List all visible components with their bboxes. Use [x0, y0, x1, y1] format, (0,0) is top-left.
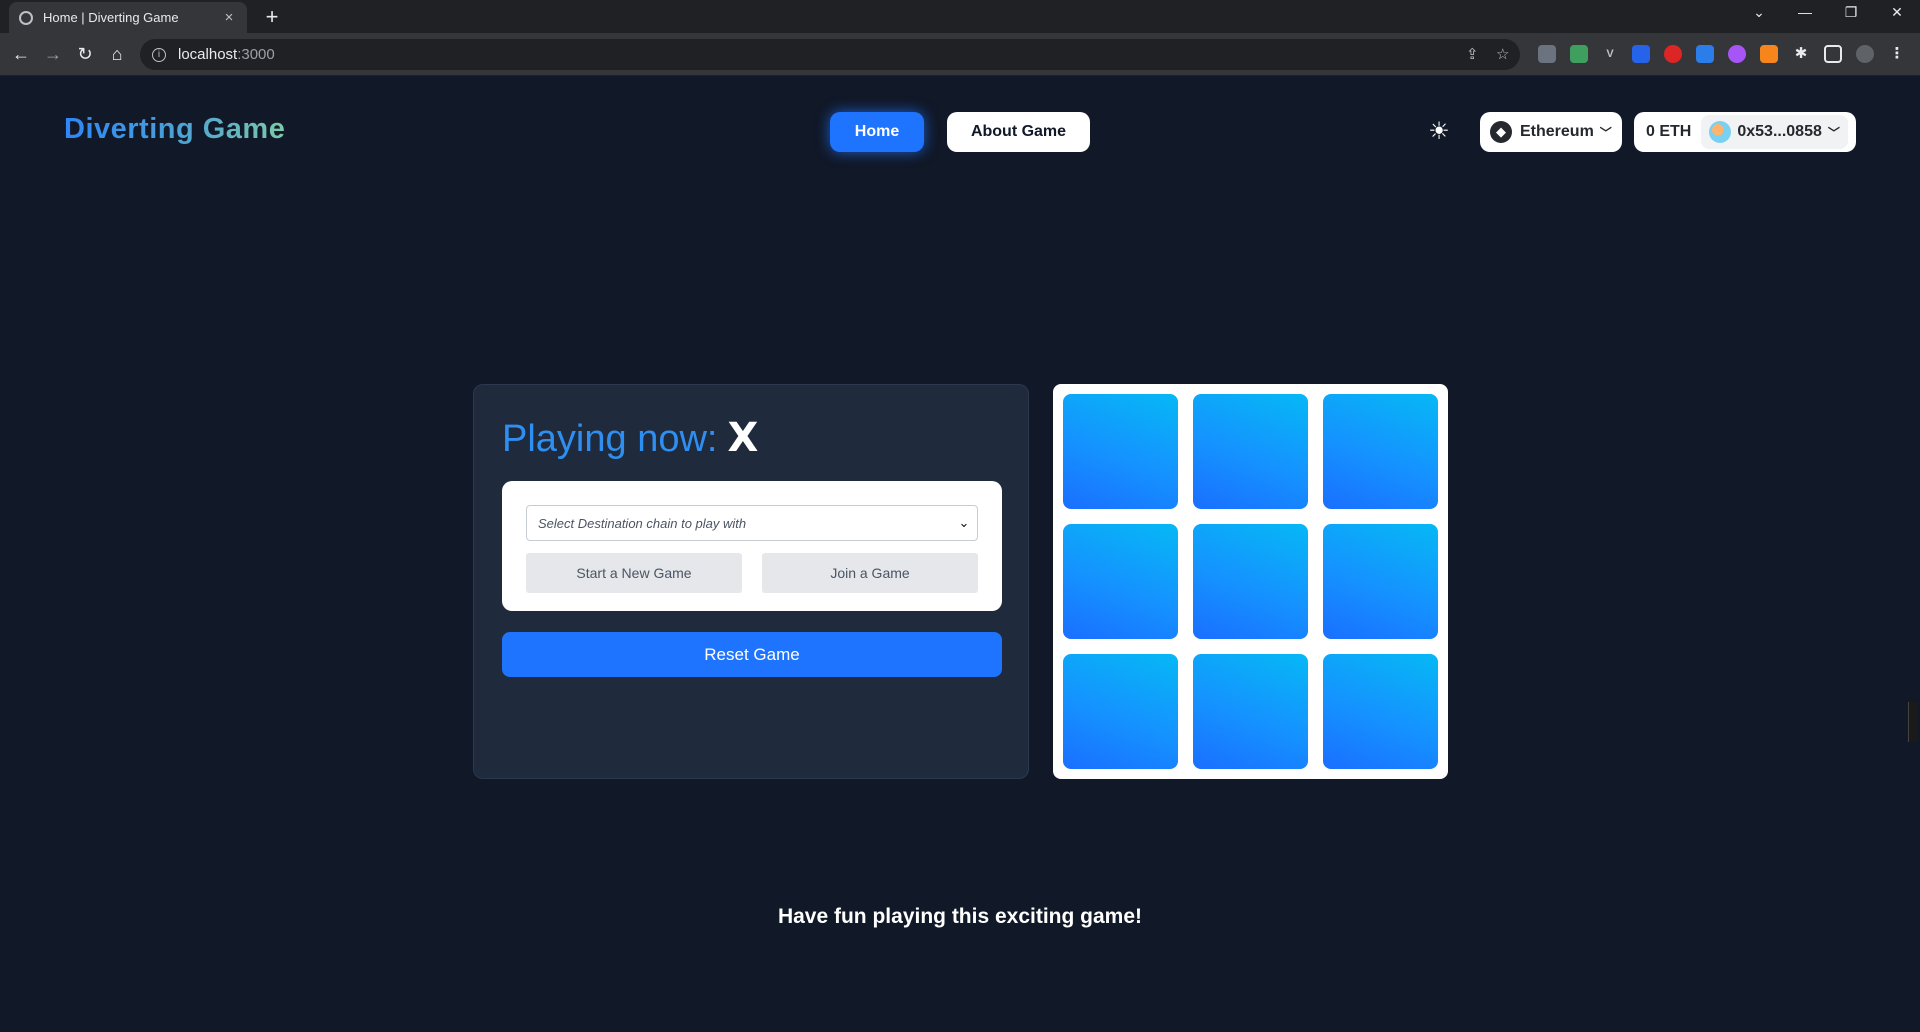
board-cell[interactable] [1063, 394, 1178, 509]
chain-card: Select Destination chain to play with ⌄ … [502, 481, 1002, 611]
back-arrow-icon[interactable]: ← [8, 41, 34, 67]
sun-icon[interactable]: ☀ [1426, 119, 1452, 145]
account-button[interactable]: 0 ETH 0x53...0858 ﹀ [1634, 112, 1856, 152]
board-cell[interactable] [1323, 524, 1438, 639]
tab-title: Home | Diverting Game [43, 10, 179, 25]
board-cell[interactable] [1193, 524, 1308, 639]
new-tab-button[interactable]: + [260, 4, 284, 30]
start-new-game-button[interactable]: Start a New Game [526, 553, 742, 593]
share-icon[interactable]: ⇪ [1466, 39, 1479, 70]
extensions-puzzle-icon[interactable]: ✱ [1792, 45, 1810, 63]
address-pill[interactable]: 0x53...0858 ﹀ [1701, 115, 1848, 149]
browser-tab-strip: Home | Diverting Game × + ⌄ — ❐ ✕ [0, 0, 1920, 33]
board-cell[interactable] [1063, 654, 1178, 769]
reload-icon[interactable]: ↻ [72, 41, 98, 67]
chevron-down-icon: ﹀ [1827, 125, 1840, 140]
network-selector[interactable]: ◆ Ethereum ﹀ [1480, 112, 1622, 152]
board-cell[interactable] [1323, 654, 1438, 769]
chevron-down-icon: ⌄ [958, 515, 970, 530]
reset-game-button[interactable]: Reset Game [502, 632, 1002, 677]
board-cell[interactable] [1323, 394, 1438, 509]
info-icon[interactable]: i [152, 47, 166, 62]
playing-now: Playing now: X [502, 415, 758, 461]
bookmark-star-icon[interactable]: ☆ [1496, 39, 1509, 70]
board-cell[interactable] [1193, 654, 1308, 769]
game-panel: Playing now: X Select Destination chain … [473, 384, 1029, 779]
restore-icon[interactable]: ❐ [1836, 4, 1866, 21]
footer-tagline: Have fun playing this exciting game! [777, 905, 1143, 928]
board-cell[interactable] [1063, 524, 1178, 639]
browser-tab[interactable]: Home | Diverting Game × [9, 2, 247, 33]
destination-chain-select[interactable]: Select Destination chain to play with ⌄ [526, 505, 978, 541]
side-drag-handle[interactable] [1908, 702, 1918, 742]
extension-v-icon[interactable]: V [1601, 45, 1619, 63]
tab-search-icon[interactable]: ⌄ [1744, 4, 1774, 21]
app-root: Diverting Game Home About Game ☀ ◆ Ether… [0, 77, 1920, 1032]
playing-now-label: Playing now: [502, 418, 718, 460]
side-panel-icon[interactable] [1824, 45, 1842, 63]
chevron-down-icon: ﹀ [1599, 125, 1612, 140]
forward-arrow-icon[interactable]: → [40, 41, 66, 67]
metamask-fox-icon[interactable] [1760, 45, 1778, 63]
brand-logo[interactable]: Diverting Game [64, 113, 285, 146]
url-port: :3000 [237, 46, 275, 63]
kebab-menu-icon[interactable]: ⋮ [1888, 45, 1906, 63]
nav-home-button[interactable]: Home [830, 112, 924, 152]
current-player: X [727, 415, 759, 461]
join-game-button[interactable]: Join a Game [762, 553, 978, 593]
extension-cube-icon[interactable] [1570, 45, 1588, 63]
account-balance: 0 ETH [1646, 123, 1692, 140]
board-cell[interactable] [1193, 394, 1308, 509]
extension-red-icon[interactable] [1664, 45, 1682, 63]
wallet-address: 0x53...0858 [1737, 123, 1822, 140]
avatar [1709, 121, 1732, 143]
extension-download-icon[interactable] [1632, 45, 1650, 63]
extension-purple-icon[interactable] [1728, 45, 1746, 63]
url-host: localhost [178, 46, 238, 63]
browser-toolbar: ← → ↻ ⌂ i localhost :3000 ⇪ ☆ V ✱ ⋮ [0, 33, 1920, 76]
home-icon[interactable]: ⌂ [104, 41, 130, 67]
nav-about-button[interactable]: About Game [947, 112, 1090, 152]
ethereum-icon: ◆ [1490, 121, 1512, 143]
extension-owl-icon[interactable] [1538, 45, 1556, 63]
address-bar[interactable]: i localhost :3000 ⇪ ☆ [140, 39, 1520, 70]
tab-close-icon[interactable]: × [221, 9, 237, 26]
minimize-icon[interactable]: — [1790, 4, 1820, 20]
select-placeholder: Select Destination chain to play with [538, 515, 747, 531]
globe-icon [19, 10, 33, 25]
network-label: Ethereum [1520, 123, 1594, 140]
game-board [1053, 384, 1448, 779]
extension-blue-icon[interactable] [1696, 45, 1714, 63]
window-close-icon[interactable]: ✕ [1882, 4, 1912, 21]
profile-avatar-icon[interactable] [1856, 45, 1874, 63]
